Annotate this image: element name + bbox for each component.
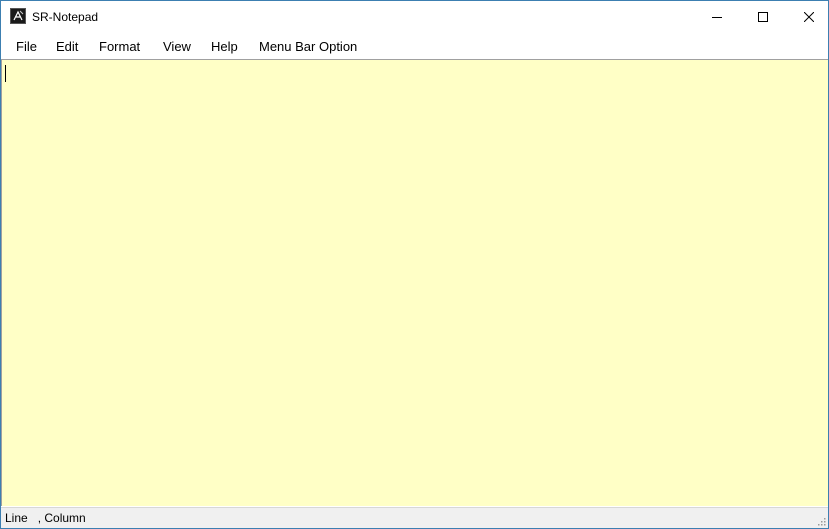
close-button[interactable] <box>786 1 828 32</box>
maximize-icon <box>758 11 768 22</box>
menu-bar-option[interactable]: Menu Bar Option <box>259 39 357 55</box>
notepad-window: SR-Notepad File Edit Format View Help Me… <box>0 0 829 529</box>
status-line-column: Line , Column <box>5 511 86 525</box>
maximize-button[interactable] <box>740 1 786 32</box>
status-bar: Line , Column <box>1 507 828 528</box>
minimize-icon <box>712 16 722 18</box>
menu-file[interactable]: File <box>16 39 37 55</box>
window-title: SR-Notepad <box>32 10 99 24</box>
title-bar[interactable]: SR-Notepad <box>1 1 828 32</box>
resize-grip-icon[interactable] <box>816 516 826 526</box>
close-icon <box>804 11 814 22</box>
menu-view[interactable]: View <box>163 39 191 55</box>
text-editor-input[interactable] <box>2 60 828 506</box>
menu-edit[interactable]: Edit <box>56 39 78 55</box>
notepad-app-icon[interactable] <box>10 8 26 24</box>
minimize-button[interactable] <box>694 1 740 32</box>
menu-bar: File Edit Format View Help Menu Bar Opti… <box>1 33 828 59</box>
menu-help[interactable]: Help <box>211 39 238 55</box>
menu-format[interactable]: Format <box>99 39 140 55</box>
text-caret <box>5 65 6 82</box>
text-editor-area <box>1 59 828 506</box>
